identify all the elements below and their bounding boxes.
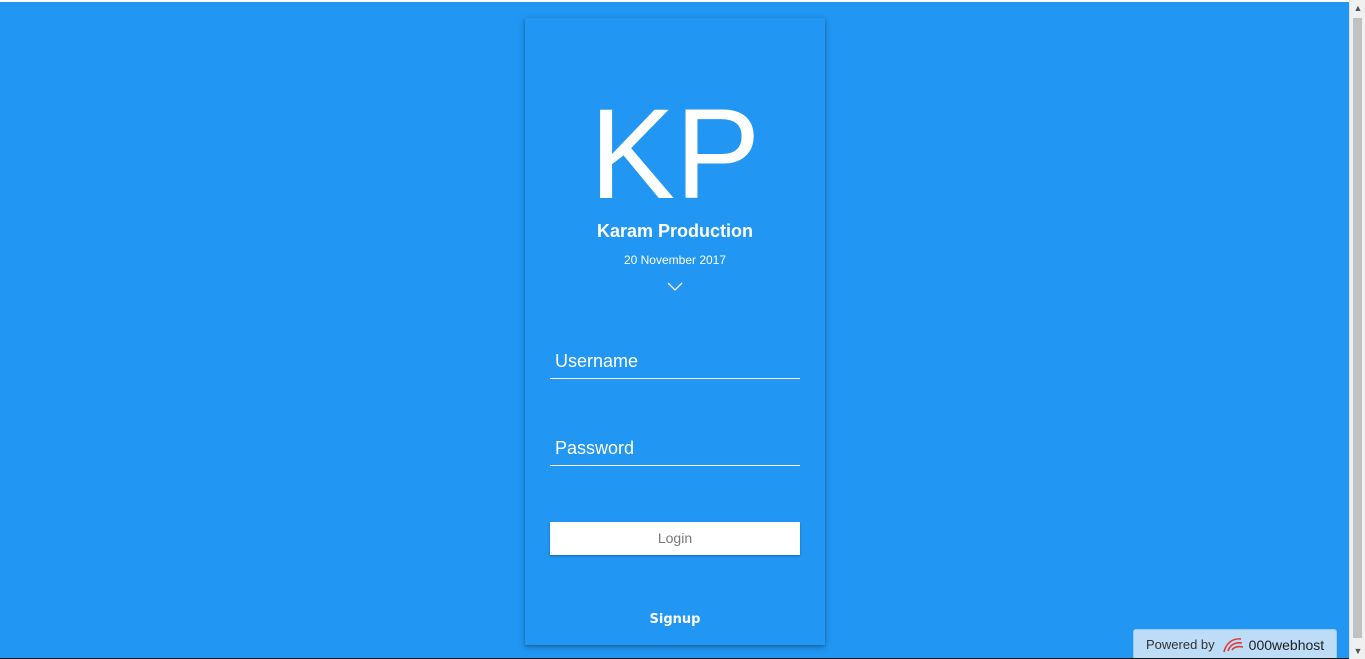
password-field-wrapper xyxy=(550,431,800,466)
username-field-wrapper xyxy=(550,344,800,379)
powered-by-label: Powered by xyxy=(1146,637,1215,652)
scroll-up-arrow-icon[interactable]: ▲ xyxy=(1350,0,1365,16)
scrollbar-thumb[interactable] xyxy=(1353,18,1362,638)
password-input[interactable] xyxy=(550,431,800,465)
date-text: 20 November 2017 xyxy=(623,253,727,267)
login-card: KP Karam Production 20 November 2017 Log… xyxy=(525,18,825,645)
powered-by-badge[interactable]: Powered by 000webhost xyxy=(1133,629,1337,659)
window-top-border xyxy=(0,0,1349,2)
chevron-down-icon[interactable] xyxy=(667,281,683,293)
scroll-down-arrow-icon[interactable]: ▼ xyxy=(1350,643,1365,659)
host-name: 000webhost xyxy=(1248,636,1325,653)
signup-link[interactable]: Signup xyxy=(525,612,825,627)
vertical-scrollbar[interactable]: ▲ ▼ xyxy=(1349,0,1365,659)
username-input[interactable] xyxy=(550,344,800,378)
login-button[interactable]: Login xyxy=(550,522,800,555)
logo-text: KP xyxy=(589,83,761,226)
brand-name: Karam Production xyxy=(596,221,754,241)
000webhost-logo-icon xyxy=(1222,637,1243,652)
